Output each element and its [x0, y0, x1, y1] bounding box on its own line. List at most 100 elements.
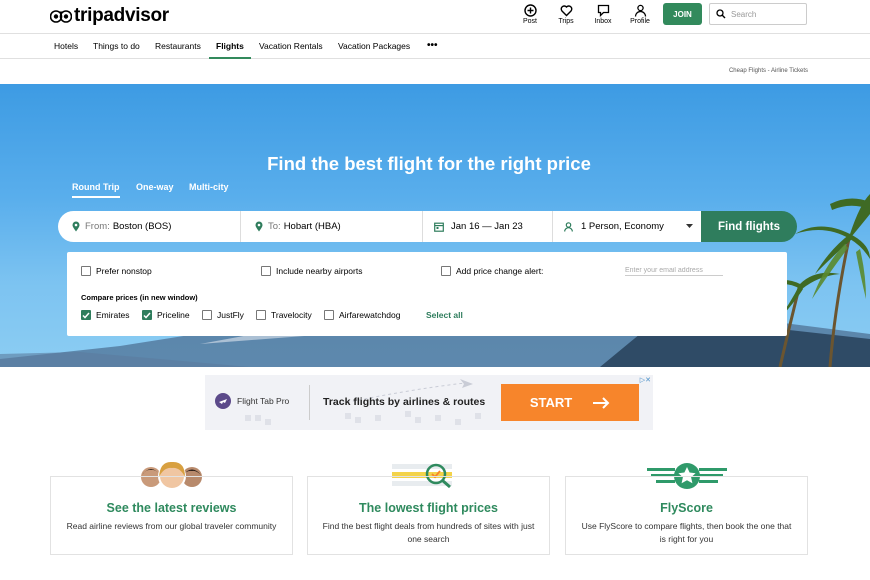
person-icon [564, 221, 573, 232]
post-label: Post [522, 18, 537, 25]
provider-justfly-checkbox[interactable]: JustFly [202, 310, 244, 320]
feature-card-flyscore[interactable]: FlyScore Use FlyScore to compare flights… [565, 476, 808, 555]
checkmark-icon [82, 312, 90, 319]
alert-email-input[interactable] [625, 267, 723, 276]
select-all-link[interactable]: Select all [426, 310, 463, 320]
from-field[interactable]: From: Boston (BOS) [58, 211, 241, 242]
nav-restaurants[interactable]: Restaurants [155, 34, 201, 59]
search-box[interactable] [709, 3, 807, 25]
prefer-nonstop-label: Prefer nonstop [96, 266, 152, 276]
feature-card-prices[interactable]: The lowest flight prices Find the best f… [307, 476, 550, 555]
feature-title: The lowest flight prices [359, 501, 498, 515]
feature-title: FlyScore [660, 501, 713, 515]
tab-multi-city[interactable]: Multi-city [189, 182, 229, 192]
from-value: Boston (BOS) [112, 221, 172, 232]
provider-airfarewatchdog-checkbox[interactable]: Airfarewatchdog [324, 310, 400, 320]
category-nav: Hotels Things to do Restaurants Flights … [0, 34, 870, 59]
provider-label: Travelocity [271, 310, 312, 320]
arrow-right-icon [593, 396, 610, 409]
nearby-airports-label: Include nearby airports [276, 266, 363, 276]
nav-flights[interactable]: Flights [209, 34, 251, 59]
chevron-down-icon [686, 224, 693, 228]
to-label: To: [268, 221, 281, 232]
checkbox-box[interactable] [256, 310, 266, 320]
nav-vacation-rentals[interactable]: Vacation Rentals [259, 34, 323, 59]
search-options-panel: Prefer nonstop Include nearby airports A… [67, 252, 787, 336]
from-label: From: [85, 221, 110, 232]
heart-icon [560, 5, 572, 17]
provider-label: Emirates [96, 310, 130, 320]
plus-circle-icon [523, 4, 537, 17]
travelers-field[interactable]: 1 Person, Economy [553, 211, 701, 242]
ad-start-button[interactable]: START [501, 384, 639, 421]
trips-button[interactable]: Trips [549, 4, 583, 25]
profile-label: Profile [630, 18, 650, 25]
hero-banner: Find the best flight for the right price… [0, 84, 870, 367]
nav-vacation-packages[interactable]: Vacation Packages [338, 34, 410, 59]
feature-card-reviews[interactable]: See the latest reviews Read airline revi… [50, 476, 293, 555]
tripadvisor-logo[interactable]: tripadvisor [50, 5, 169, 27]
feature-description: Use FlyScore to compare flights, then bo… [581, 521, 792, 544]
breadcrumb[interactable]: Cheap Flights - Airline Tickets [729, 68, 808, 74]
advertisement-banner[interactable]: Flight Tab Pro Track flights by airlines… [205, 375, 653, 430]
nearby-airports-checkbox[interactable]: Include nearby airports [261, 266, 362, 276]
dates-value: Jan 16 — Jan 23 [451, 221, 523, 232]
checkbox-box[interactable] [261, 266, 271, 276]
profile-button[interactable]: Profile [623, 4, 657, 25]
checkbox-box[interactable] [81, 266, 91, 276]
to-value: Hobart (HBA) [283, 221, 341, 232]
checkbox-box[interactable] [202, 310, 212, 320]
search-icon [716, 9, 726, 19]
ad-close-icon[interactable]: ▷✕ [640, 376, 651, 384]
tab-one-way[interactable]: One-way [136, 182, 174, 192]
airplane-logo-icon [215, 393, 231, 409]
price-alert-checkbox[interactable]: Add price change alert: [441, 266, 543, 276]
checkmark-icon [143, 312, 151, 319]
owl-logo-icon [50, 10, 72, 23]
provider-priceline-checkbox[interactable]: Priceline [142, 310, 190, 320]
nav-things-to-do[interactable]: Things to do [93, 34, 140, 59]
tab-round-trip[interactable]: Round Trip [72, 182, 120, 198]
flight-search-form: From: Boston (BOS) To: Hobart (HBA) Jan … [58, 211, 701, 242]
join-button[interactable]: JOIN [663, 3, 702, 25]
ad-brand-name: Flight Tab Pro [237, 396, 290, 406]
hero-title: Find the best flight for the right price [267, 153, 591, 174]
feature-description: Read airline reviews from our global tra… [66, 521, 277, 531]
feature-description: Find the best flight deals from hundreds… [322, 521, 535, 544]
inbox-button[interactable]: Inbox [586, 4, 620, 25]
find-flights-button[interactable]: Find flights [701, 211, 797, 242]
location-pin-icon [72, 221, 80, 232]
to-field[interactable]: To: Hobart (HBA) [241, 211, 423, 242]
calendar-icon [434, 222, 444, 232]
location-pin-icon [255, 221, 263, 232]
ad-start-label: START [529, 395, 573, 410]
logo-text: tripadvisor [74, 5, 169, 26]
search-input[interactable] [731, 9, 801, 19]
travelers-value: 1 Person, Economy [581, 221, 664, 232]
provider-label: Priceline [157, 310, 190, 320]
provider-label: Airfarewatchdog [339, 310, 401, 320]
post-button[interactable]: Post [513, 4, 547, 25]
person-icon [634, 4, 646, 17]
compare-prices-label: Compare prices (in new window) [81, 293, 198, 302]
feature-title: See the latest reviews [106, 501, 237, 515]
provider-travelocity-checkbox[interactable]: Travelocity [256, 310, 312, 320]
trips-label: Trips [558, 18, 574, 25]
ad-divider [309, 385, 310, 420]
checkbox-checked[interactable] [142, 310, 152, 320]
ad-headline: Track flights by airlines & routes [323, 396, 486, 408]
top-bar: tripadvisor Post Trips Inbox Profile JOI… [0, 0, 870, 34]
prefer-nonstop-checkbox[interactable]: Prefer nonstop [81, 266, 152, 276]
ad-brand: Flight Tab Pro [215, 393, 289, 409]
checkbox-checked[interactable] [81, 310, 91, 320]
checkbox-box[interactable] [324, 310, 334, 320]
provider-emirates-checkbox[interactable]: Emirates [81, 310, 130, 320]
nav-more-button[interactable]: ••• [427, 34, 438, 59]
nav-hotels[interactable]: Hotels [54, 34, 78, 59]
dates-field[interactable]: Jan 16 — Jan 23 [423, 211, 553, 242]
chat-icon [597, 4, 609, 17]
provider-label: JustFly [217, 310, 244, 320]
checkbox-box[interactable] [441, 266, 451, 276]
inbox-label: Inbox [594, 18, 612, 25]
price-alert-label: Add price change alert: [456, 266, 544, 276]
